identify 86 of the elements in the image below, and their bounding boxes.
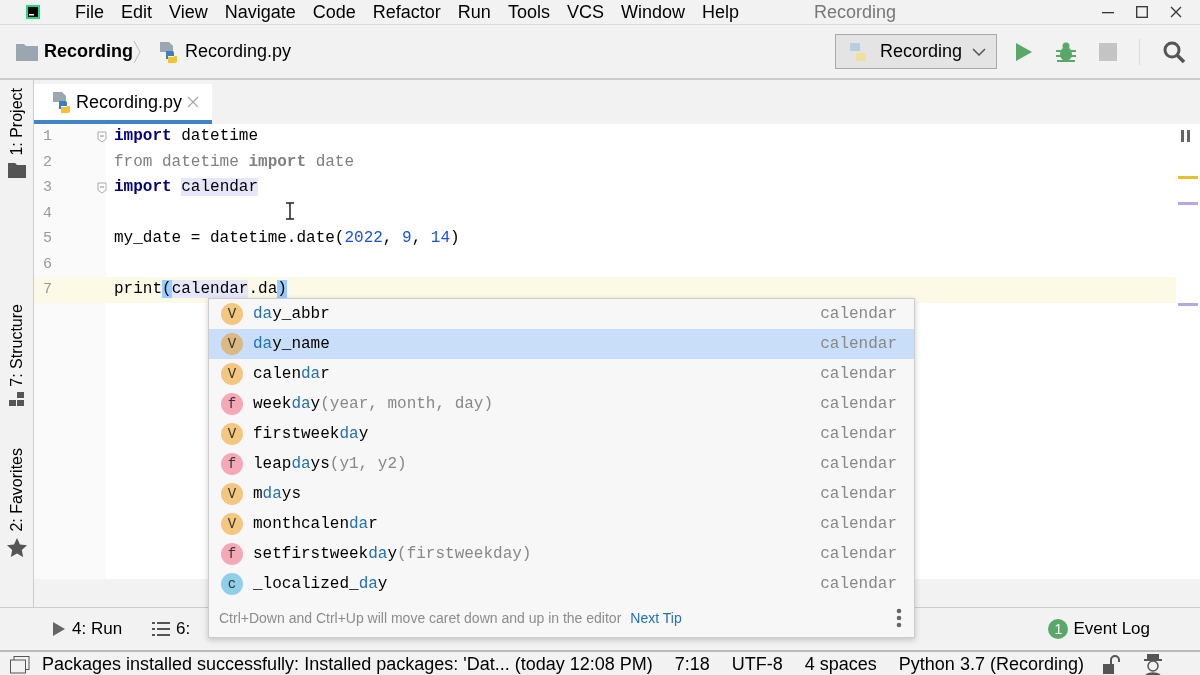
python-file-icon [157,39,179,64]
menu-item[interactable]: Tools [506,1,551,23]
completion-item[interactable]: V day_name calendar [209,329,914,359]
completion-item[interactable]: f leapdays(y1, y2) calendar [209,449,914,479]
completion-item[interactable]: V calendar calendar [209,359,914,389]
menu-item[interactable]: Edit [120,1,154,23]
tip-text: Ctrl+Down and Ctrl+Up will move caret down and up in the editor [219,610,622,626]
notification-badge: 1 [1048,619,1069,639]
kind-icon: V [221,513,243,535]
menu-item[interactable]: VCS [565,1,605,23]
run-icon [52,621,66,637]
kind-icon: f [221,543,243,565]
line-number: 4 [43,204,52,222]
caret-position[interactable]: 7:18 [674,654,710,675]
editor-tab[interactable]: Recording.py [34,84,213,124]
kind-icon: c [221,573,243,595]
completion-item[interactable]: V mdays calendar [209,479,914,509]
kind-icon: V [221,333,243,355]
more-icon[interactable] [896,608,902,628]
menu-item[interactable]: Window [619,1,686,23]
completion-item[interactable]: V monthcalendar calendar [209,509,914,539]
tool-window-tab[interactable]: 7: Structure [7,303,26,407]
fold-marker-icon[interactable] [97,131,107,143]
hat-figure-icon[interactable] [1141,653,1164,675]
tool-window-tab[interactable]: 2: Favorites [6,448,27,557]
completion-item[interactable]: c _localized_day calendar [209,569,914,599]
breadcrumb-item[interactable]: Recording [44,41,133,62]
event-log-button[interactable]: 1 Event Log [1048,619,1150,639]
caret-icon [972,47,986,56]
status-message[interactable]: Packages installed successfully: Installed packages: 'Dat... (today 12:08 PM) [42,654,653,675]
text-cursor-icon [285,202,295,220]
interpreter-setting[interactable]: Python 3.7 (Recording) [898,654,1084,675]
code-line: import datetime [114,127,259,145]
list-icon [152,622,171,636]
menu-item[interactable]: File [74,1,105,23]
menu-item[interactable]: Help [700,1,740,23]
line-number: 6 [43,255,52,273]
completion-item[interactable]: V firstweekday calendar [209,419,914,449]
unlocked-icon[interactable] [1101,654,1122,675]
completion-item[interactable]: f weekday(year, month, day) calendar [209,389,914,419]
run-icon[interactable] [1015,41,1033,62]
next-tip-link[interactable]: Next Tip [630,610,896,626]
kind-icon: V [221,483,243,505]
maximize-icon[interactable] [1136,6,1148,18]
line-number: 2 [43,153,52,171]
code-line: from datetime import date [114,152,355,171]
line-number: 1 [43,128,52,145]
menu-item[interactable]: Refactor [371,1,442,23]
bug-icon[interactable] [1055,40,1077,63]
folder-icon [7,161,26,178]
line-number: 5 [43,230,52,247]
menu-item[interactable]: View [168,1,209,23]
folder-icon [16,42,38,61]
tool-window-button[interactable]: 4: Run [52,619,123,639]
star-icon [6,537,27,557]
menu-item[interactable]: Navigate [223,1,297,23]
kind-icon: f [221,453,243,475]
structure-icon [8,392,25,407]
code-line: print(calendar.da) [114,280,287,298]
line-number: 3 [43,179,52,196]
code-line: import calendar [114,178,259,196]
python-file-icon [50,90,72,114]
line-number: 7 [43,281,52,298]
completion-item[interactable]: f setfirstweekday(firstweekday) calendar [209,539,914,569]
window-title: Recording [814,1,898,23]
close-icon[interactable] [1170,6,1182,18]
chevron-icon [133,39,141,64]
tool-windows-icon[interactable] [10,655,30,674]
menu-item[interactable]: Code [311,1,357,23]
kind-icon: V [221,363,243,385]
app-logo-icon [26,5,40,19]
fold-marker-icon[interactable] [97,182,107,194]
code-line: my_date = datetime.date(2022, 9, 14) [114,229,460,247]
kind-icon: V [221,423,243,445]
search-icon[interactable] [1162,39,1186,64]
breadcrumb-item[interactable]: Recording.py [185,41,292,62]
pause-icon [1181,130,1191,142]
completion-item[interactable]: V day_abbr calendar [209,299,914,329]
tool-window-button[interactable]: 6: [152,619,191,639]
run-configuration-dropdown[interactable]: Recording [834,34,997,69]
menu-item[interactable]: Run [456,1,492,23]
indent-setting[interactable]: 4 spaces [804,654,877,675]
kind-icon: f [221,393,243,415]
file-encoding[interactable]: UTF-8 [731,654,783,675]
tool-window-tab[interactable]: 1: Project [7,88,26,178]
kind-icon: V [221,303,243,325]
